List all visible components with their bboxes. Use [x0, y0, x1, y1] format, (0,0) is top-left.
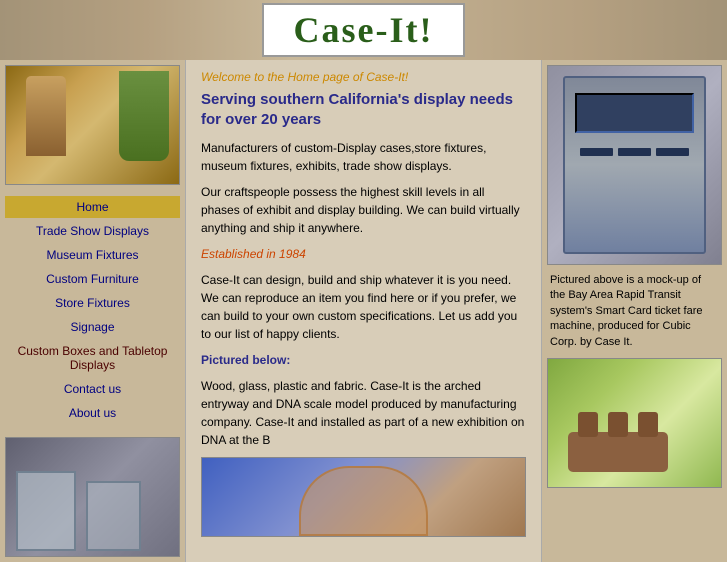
- nav-store-fixtures[interactable]: Store Fixtures: [5, 292, 180, 314]
- nav-custom-furniture[interactable]: Custom Furniture: [5, 268, 180, 290]
- sidebar-bottom-image: [5, 437, 180, 557]
- machine-buttons: [580, 148, 689, 168]
- center-bottom-image: [201, 457, 526, 537]
- display-case-1: [16, 471, 76, 551]
- machine-btn-3: [656, 148, 689, 156]
- paragraph-2: Our craftspeople possess the highest ski…: [201, 183, 526, 237]
- dining-chair-1: [578, 412, 598, 437]
- nav-home[interactable]: Home: [5, 196, 180, 218]
- nav-museum[interactable]: Museum Fixtures: [5, 244, 180, 266]
- dining-chair-2: [608, 412, 628, 437]
- content-body: Manufacturers of custom-Display cases,st…: [201, 139, 526, 449]
- right-image-caption: Pictured above is a mock-up of the Bay A…: [547, 270, 722, 353]
- welcome-message: Welcome to the Home page of Case-It!: [201, 70, 526, 84]
- navigation-menu: Home Trade Show Displays Museum Fixtures…: [5, 196, 180, 424]
- center-content: Welcome to the Home page of Case-It! Ser…: [185, 60, 542, 562]
- main-layout: Home Trade Show Displays Museum Fixtures…: [0, 60, 727, 562]
- nav-signage[interactable]: Signage: [5, 316, 180, 338]
- established-text: Established in 1984: [201, 245, 526, 263]
- nav-trade-show[interactable]: Trade Show Displays: [5, 220, 180, 242]
- dining-room-image: [547, 358, 722, 488]
- display-case-2: [86, 481, 141, 551]
- site-title: Case-It!: [262, 3, 466, 57]
- dining-table: [568, 432, 668, 472]
- machine-screen: [575, 93, 694, 133]
- arch-graphic: [299, 466, 428, 536]
- person-figure: [26, 76, 66, 156]
- header: Case-It!: [0, 0, 727, 60]
- ticket-machine: [563, 76, 706, 254]
- nav-about[interactable]: About us: [5, 402, 180, 424]
- pictured-below-label: Pictured below:: [201, 351, 526, 369]
- right-sidebar: Pictured above is a mock-up of the Bay A…: [542, 60, 727, 562]
- machine-btn-1: [580, 148, 613, 156]
- materials-text: Wood, glass, plastic and fabric. Case-It…: [201, 377, 526, 449]
- dining-chair-3: [638, 412, 658, 437]
- sidebar-top-image: [5, 65, 180, 185]
- tree-figure: [119, 71, 169, 161]
- paragraph-3: Case-It can design, build and ship whate…: [201, 271, 526, 343]
- machine-btn-2: [618, 148, 651, 156]
- paragraph-1: Manufacturers of custom-Display cases,st…: [201, 139, 526, 175]
- nav-contact[interactable]: Contact us: [5, 378, 180, 400]
- established-label: Established in 1984: [201, 247, 306, 261]
- nav-custom-boxes[interactable]: Custom Boxes and Tabletop Displays: [5, 340, 180, 376]
- ticket-machine-image: [547, 65, 722, 265]
- left-sidebar: Home Trade Show Displays Museum Fixtures…: [0, 60, 185, 562]
- serving-heading: Serving southern California's display ne…: [201, 90, 526, 129]
